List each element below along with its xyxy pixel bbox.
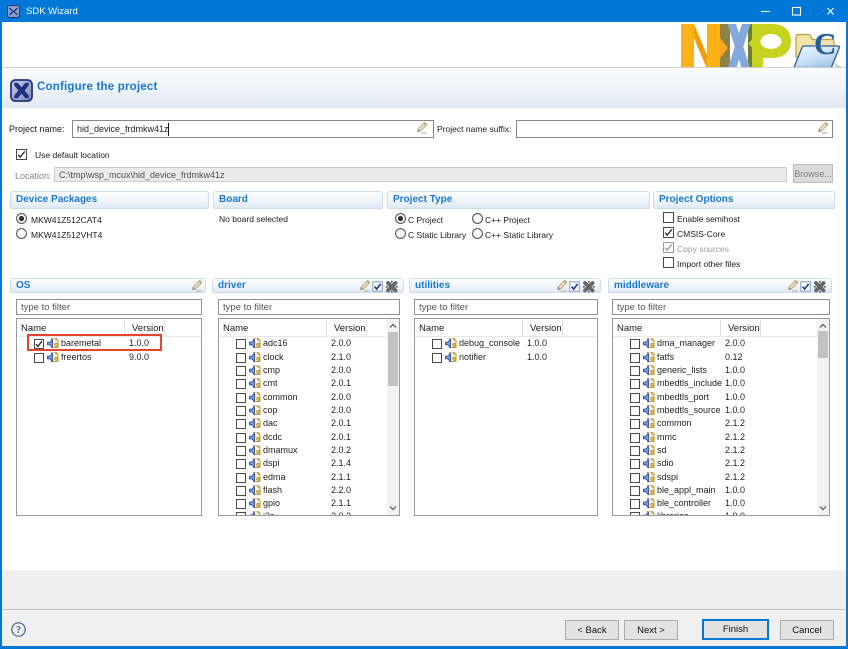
svg-text:C: C <box>814 29 836 61</box>
svg-text:?: ? <box>16 625 21 636</box>
